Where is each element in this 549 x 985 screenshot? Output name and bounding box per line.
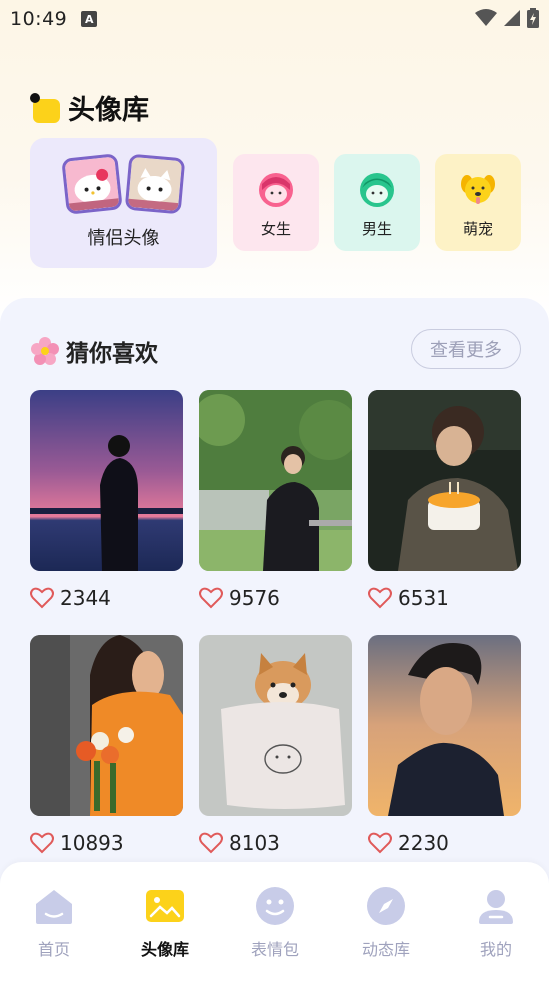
signal-icon bbox=[504, 10, 520, 26]
like-row: 10893 bbox=[30, 831, 124, 855]
couple-photo-right bbox=[124, 153, 186, 215]
pet-dog-icon bbox=[460, 172, 496, 208]
home-icon bbox=[34, 886, 74, 926]
male-icon bbox=[359, 172, 395, 208]
avatar-photo[interactable] bbox=[368, 635, 521, 816]
page-title-text: 头像库 bbox=[68, 95, 149, 126]
notification-a-icon: A bbox=[81, 11, 98, 27]
title-logo-icon bbox=[30, 92, 60, 123]
nav-home[interactable]: 首页 bbox=[9, 886, 99, 960]
nav-moments-label: 动态库 bbox=[361, 940, 410, 959]
like-count: 2344 bbox=[60, 586, 111, 610]
avatar-card[interactable]: 2230 bbox=[368, 635, 521, 855]
like-row: 9576 bbox=[199, 586, 280, 610]
page-title: 头像库 bbox=[30, 88, 149, 127]
heart-icon[interactable] bbox=[368, 832, 392, 854]
like-row: 6531 bbox=[368, 586, 449, 610]
avatar-card[interactable]: 6531 bbox=[368, 390, 521, 610]
bottom-nav: 首页 头像库 表情包 动态库 我的 bbox=[0, 862, 549, 985]
avatar-card[interactable]: 9576 bbox=[199, 390, 352, 610]
recommend-title: 猜你喜欢 bbox=[30, 334, 158, 368]
avatar-photo[interactable] bbox=[199, 390, 352, 571]
like-count: 9576 bbox=[229, 586, 280, 610]
category-female-label: 女生 bbox=[260, 220, 291, 238]
category-pets-label: 萌宠 bbox=[462, 220, 493, 238]
like-count: 10893 bbox=[60, 831, 124, 855]
like-count: 2230 bbox=[398, 831, 449, 855]
heart-icon[interactable] bbox=[30, 587, 54, 609]
nav-stickers-label: 表情包 bbox=[250, 940, 299, 959]
category-male-card[interactable]: 男生 bbox=[334, 154, 420, 251]
nav-home-label: 首页 bbox=[37, 940, 70, 959]
avatar-card[interactable]: 8103 bbox=[199, 635, 352, 855]
heart-icon[interactable] bbox=[199, 587, 223, 609]
category-couple-label: 情侣头像 bbox=[87, 228, 160, 249]
like-row: 2344 bbox=[30, 586, 111, 610]
nav-stickers[interactable]: 表情包 bbox=[230, 886, 320, 960]
avatar-card[interactable]: 2344 bbox=[30, 390, 183, 610]
status-indicators bbox=[475, 8, 539, 28]
status-bar: 10:49 A bbox=[0, 0, 549, 38]
nav-avatar-library[interactable]: 头像库 bbox=[120, 886, 210, 960]
compass-icon bbox=[366, 886, 406, 926]
status-time: 10:49 bbox=[10, 8, 68, 30]
avatar-photo[interactable] bbox=[368, 390, 521, 571]
avatar-photo[interactable] bbox=[30, 635, 183, 816]
nav-avatar-library-label: 头像库 bbox=[140, 940, 189, 959]
flower-icon bbox=[31, 337, 59, 365]
category-female-card[interactable]: 女生 bbox=[233, 154, 319, 251]
category-couple-card[interactable]: 情侣头像 bbox=[30, 138, 217, 268]
heart-icon[interactable] bbox=[199, 832, 223, 854]
avatar-photo[interactable] bbox=[30, 390, 183, 571]
like-count: 6531 bbox=[398, 586, 449, 610]
heart-icon[interactable] bbox=[368, 587, 392, 609]
like-row: 8103 bbox=[199, 831, 280, 855]
like-row: 2230 bbox=[368, 831, 449, 855]
couple-photo-left bbox=[61, 153, 123, 215]
user-icon bbox=[476, 886, 516, 926]
nav-moments[interactable]: 动态库 bbox=[341, 886, 431, 960]
avatar-photo[interactable] bbox=[199, 635, 352, 816]
wifi-icon bbox=[475, 9, 497, 26]
category-pets-card[interactable]: 萌宠 bbox=[435, 154, 521, 251]
female-icon bbox=[258, 172, 294, 208]
heart-icon[interactable] bbox=[30, 832, 54, 854]
nav-profile[interactable]: 我的 bbox=[451, 886, 541, 960]
view-more-button[interactable]: 查看更多 bbox=[411, 329, 521, 369]
avatar-card[interactable]: 10893 bbox=[30, 635, 183, 855]
smiley-icon bbox=[255, 886, 295, 926]
nav-profile-label: 我的 bbox=[479, 940, 512, 959]
gallery-icon bbox=[145, 886, 185, 926]
like-count: 8103 bbox=[229, 831, 280, 855]
recommend-title-text: 猜你喜欢 bbox=[66, 341, 158, 367]
category-male-label: 男生 bbox=[361, 220, 392, 238]
battery-icon bbox=[527, 8, 539, 28]
